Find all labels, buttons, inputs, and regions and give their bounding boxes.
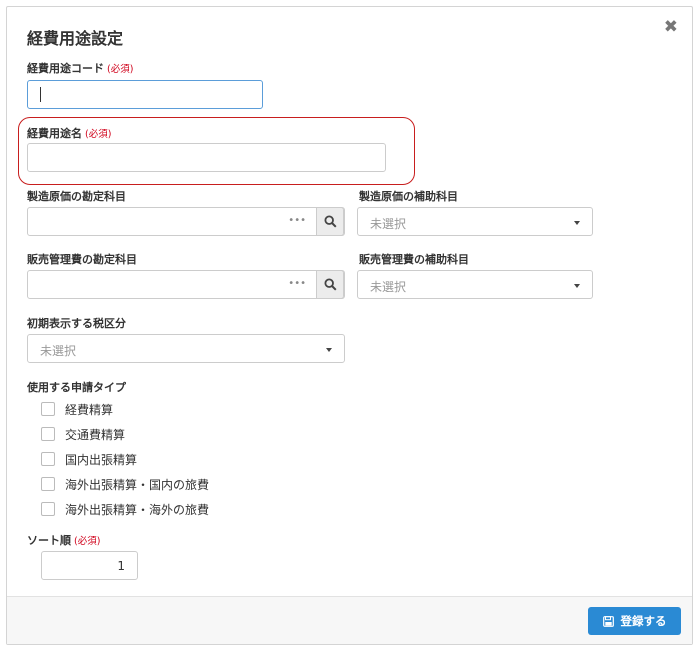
sort-order-input[interactable]: 1 bbox=[41, 551, 138, 580]
code-label: 経費用途コード (必須) bbox=[27, 60, 133, 76]
floppy-disk-icon bbox=[602, 615, 614, 627]
checkbox[interactable] bbox=[41, 502, 55, 516]
name-label: 経費用途名 (必須) bbox=[27, 125, 111, 141]
checkbox-row[interactable]: 海外出張精算・国内の旅費 bbox=[41, 475, 209, 493]
expense-usage-dialog: 経費用途設定 ✖ 経費用途コード (必須) 経費用途名 (必須) 製造原価の勘定科目… bbox=[6, 6, 693, 645]
select-placeholder: 未選択 bbox=[370, 280, 407, 294]
required-mark: (必須) bbox=[74, 536, 101, 547]
dialog-title: 経費用途設定 bbox=[27, 29, 124, 48]
register-button[interactable]: 登録する bbox=[588, 607, 681, 635]
mfg-account-label: 製造原価の勘定科目 bbox=[27, 190, 126, 203]
checkbox-label: 交通費精算 bbox=[65, 427, 126, 442]
sort-order-label-text: ソート順 bbox=[27, 534, 71, 547]
chevron-down-icon bbox=[326, 348, 332, 352]
checkbox-label: 経費精算 bbox=[65, 402, 114, 417]
sort-order-label: ソート順 (必須) bbox=[27, 532, 100, 548]
sga-account-search-button[interactable] bbox=[316, 270, 344, 299]
dialog-footer: 登録する bbox=[7, 596, 692, 644]
chevron-down-icon bbox=[574, 221, 580, 225]
text-caret bbox=[40, 87, 41, 102]
checkbox-label: 国内出張精算 bbox=[65, 452, 138, 467]
mfg-account-input[interactable]: ••• bbox=[27, 207, 345, 236]
tax-category-select[interactable]: 未選択 bbox=[27, 334, 345, 363]
sort-order-value: 1 bbox=[117, 559, 125, 573]
checkbox[interactable] bbox=[41, 452, 55, 466]
close-icon[interactable]: ✖ bbox=[664, 17, 678, 37]
checkbox-row[interactable]: 交通費精算 bbox=[41, 425, 125, 443]
checkbox-label: 海外出張精算・海外の旅費 bbox=[65, 502, 210, 517]
application-types-label: 使用する申請タイプ bbox=[27, 381, 126, 394]
mfg-sub-account-select[interactable]: 未選択 bbox=[357, 207, 593, 236]
search-icon bbox=[324, 278, 337, 291]
checkbox-row[interactable]: 海外出張精算・海外の旅費 bbox=[41, 500, 209, 518]
more-icon[interactable]: ••• bbox=[288, 215, 306, 226]
sga-sub-account-label: 販売管理費の補助科目 bbox=[359, 253, 469, 266]
search-icon bbox=[324, 215, 337, 228]
sga-account-input[interactable]: ••• bbox=[27, 270, 345, 299]
required-mark: (必須) bbox=[85, 129, 112, 140]
required-mark: (必須) bbox=[107, 64, 134, 75]
checkbox[interactable] bbox=[41, 477, 55, 491]
name-input[interactable] bbox=[27, 143, 386, 172]
checkbox-label: 海外出張精算・国内の旅費 bbox=[65, 477, 210, 492]
select-placeholder: 未選択 bbox=[40, 344, 77, 358]
sga-sub-account-select[interactable]: 未選択 bbox=[357, 270, 593, 299]
sga-account-label: 販売管理費の勘定科目 bbox=[27, 253, 137, 266]
checkbox-row[interactable]: 経費精算 bbox=[41, 400, 113, 418]
mfg-sub-account-label: 製造原価の補助科目 bbox=[359, 190, 458, 203]
checkbox-row[interactable]: 国内出張精算 bbox=[41, 450, 137, 468]
select-placeholder: 未選択 bbox=[370, 217, 407, 231]
code-label-text: 経費用途コード bbox=[27, 62, 104, 75]
name-label-text: 経費用途名 bbox=[27, 127, 82, 140]
checkbox[interactable] bbox=[41, 427, 55, 441]
chevron-down-icon bbox=[574, 284, 580, 288]
tax-category-label: 初期表示する税区分 bbox=[27, 317, 126, 330]
more-icon[interactable]: ••• bbox=[288, 278, 306, 289]
checkbox[interactable] bbox=[41, 402, 55, 416]
register-button-label: 登録する bbox=[620, 614, 667, 628]
code-input[interactable] bbox=[27, 80, 263, 109]
mfg-account-search-button[interactable] bbox=[316, 207, 344, 236]
